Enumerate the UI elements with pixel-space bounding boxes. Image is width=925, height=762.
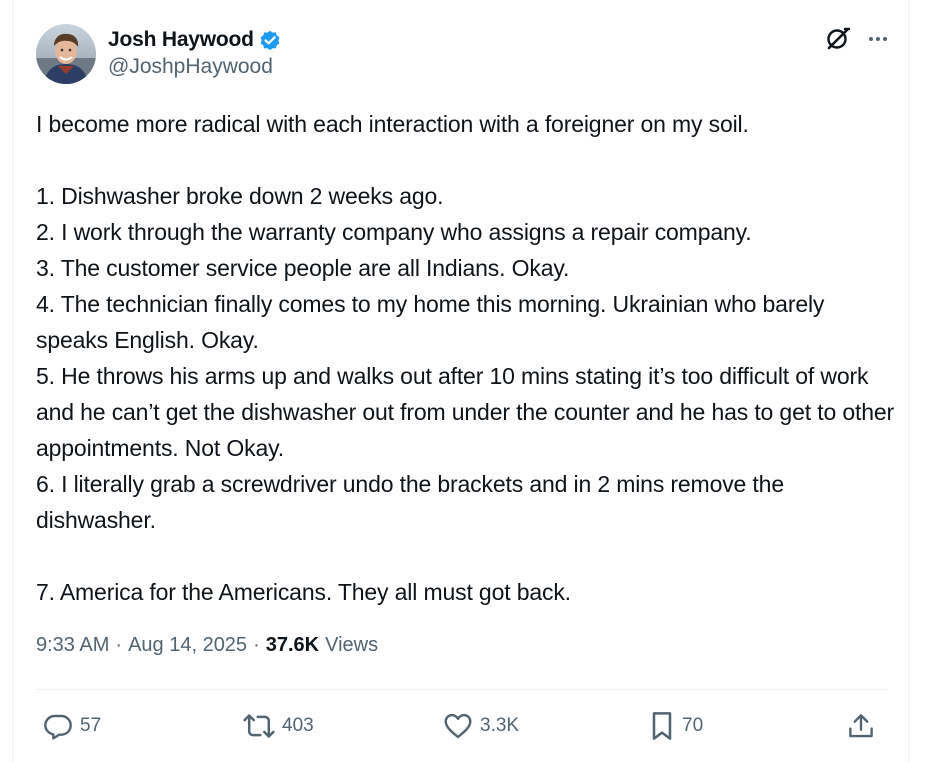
bookmark-icon bbox=[652, 712, 672, 740]
repost-icon bbox=[243, 714, 275, 738]
tweet-date[interactable]: Aug 14, 2025 bbox=[128, 634, 247, 657]
tweet-header: Josh Haywood @JoshpHaywood bbox=[36, 24, 891, 84]
bookmark-button[interactable]: 70 bbox=[648, 706, 703, 746]
divider bbox=[36, 689, 888, 690]
tweet-line: 4. The technician finally comes to my ho… bbox=[36, 291, 825, 353]
reply-icon bbox=[44, 714, 72, 740]
top-actions bbox=[825, 26, 891, 52]
tweet-text: I become more radical with each interact… bbox=[36, 106, 896, 610]
heart-icon bbox=[444, 713, 472, 739]
views-label: Views bbox=[325, 634, 379, 656]
avatar[interactable] bbox=[36, 24, 96, 84]
tweet-line: 3. The customer service people are all I… bbox=[36, 255, 570, 281]
tweet-line: I become more radical with each interact… bbox=[36, 111, 749, 137]
repost-button[interactable]: 403 bbox=[242, 706, 314, 746]
repost-count: 403 bbox=[282, 715, 314, 736]
meta-separator: · bbox=[253, 634, 260, 656]
verified-badge-icon[interactable] bbox=[258, 28, 282, 52]
share-icon bbox=[849, 714, 873, 738]
bookmark-count: 70 bbox=[682, 715, 704, 736]
tweet-line: 2. I work through the warranty company w… bbox=[36, 219, 752, 245]
name-row: Josh Haywood bbox=[108, 27, 282, 53]
tweet-meta: 9:33 AM · Aug 14, 2025 · 37.6K Views bbox=[36, 634, 378, 657]
views-count[interactable]: 37.6K bbox=[266, 634, 319, 657]
action-bar: 57 403 3.3K 70 bbox=[36, 706, 888, 746]
grok-icon[interactable] bbox=[825, 26, 851, 52]
tweet-line: 5. He throws his arms up and walks out a… bbox=[36, 363, 894, 461]
like-count: 3.3K bbox=[480, 715, 520, 736]
share-button[interactable] bbox=[846, 706, 876, 746]
user-handle[interactable]: @JoshpHaywood bbox=[108, 55, 282, 79]
reply-button[interactable]: 57 bbox=[42, 706, 101, 746]
user-info: Josh Haywood @JoshpHaywood bbox=[108, 27, 282, 79]
tweet-line: 7. America for the Americans. They all m… bbox=[36, 579, 571, 605]
more-options-icon[interactable] bbox=[865, 26, 891, 52]
display-name[interactable]: Josh Haywood bbox=[108, 28, 254, 52]
meta-separator: · bbox=[115, 634, 123, 656]
tweet-time[interactable]: 9:33 AM bbox=[36, 634, 109, 657]
tweet-line: 1. Dishwasher broke down 2 weeks ago. bbox=[36, 183, 444, 209]
tweet-line: 6. I literally grab a screwdriver undo t… bbox=[36, 471, 784, 533]
like-button[interactable]: 3.3K bbox=[442, 706, 519, 746]
reply-count: 57 bbox=[80, 715, 102, 736]
